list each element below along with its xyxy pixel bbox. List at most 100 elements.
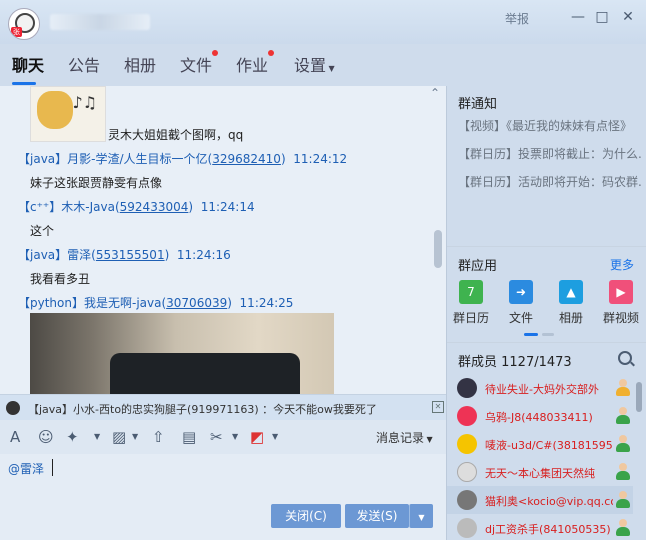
notice-item[interactable]: 【视频】《最近我的妹妹有点怪》: [458, 117, 642, 134]
member-row[interactable]: 待业失业-大妈外交部外: [447, 374, 633, 402]
title-bar: 张 举报 — □ ✕: [0, 0, 646, 44]
notice-item[interactable]: 【群日历】投票即将截止：为什么...: [458, 145, 642, 162]
app-album[interactable]: ▲ 相册: [551, 280, 591, 326]
minimize-icon[interactable]: —: [570, 9, 586, 25]
message-time: 11:24:25: [239, 296, 294, 310]
section-separator: [447, 342, 646, 343]
chat-scrollbar[interactable]: [434, 230, 442, 268]
emoji-icon[interactable]: ☺: [38, 428, 54, 446]
tab-album[interactable]: 相册: [124, 52, 156, 76]
member-tag: 【java】: [18, 152, 68, 166]
tab-settings-label: 设置: [294, 56, 327, 75]
member-row[interactable]: 唛液-u3d/C#(381815955: [447, 430, 633, 458]
calendar-icon: 7: [459, 280, 483, 304]
group-avatar[interactable]: 张: [8, 8, 40, 40]
app-label: 群视频: [602, 311, 639, 325]
video-icon: ▶: [609, 280, 633, 304]
avatar: [457, 518, 477, 538]
member-row[interactable]: dj工资杀手(841050535): [447, 514, 633, 540]
close-button[interactable]: 关闭(C): [271, 504, 341, 528]
chevron-down-icon: ▼: [326, 64, 335, 73]
sender-name[interactable]: 我是无啊-java: [84, 296, 161, 310]
chevron-down-icon[interactable]: ▼: [272, 432, 278, 441]
album-icon: ▲: [559, 280, 583, 304]
app-calendar[interactable]: 7 群日历: [451, 280, 491, 326]
member-status-icon: [615, 379, 631, 397]
close-icon[interactable]: ✕: [620, 9, 636, 25]
message-header: 【python】我是无啊-java(30706039) 11:24:25: [18, 296, 294, 310]
group-members-title: 群成员 1127/1473: [458, 355, 572, 370]
sender-qq[interactable]: 592433004: [120, 200, 189, 214]
sender-qq[interactable]: 553155501: [96, 248, 165, 262]
member-status-icon: [615, 491, 631, 509]
tab-homework[interactable]: 作业: [236, 52, 268, 76]
avatar: [457, 434, 477, 454]
tab-announcement[interactable]: 公告: [68, 52, 100, 76]
shared-photo[interactable]: [30, 313, 334, 394]
member-name: 无天～本心集团天然纯: [485, 467, 595, 480]
files-badge-dot: [212, 50, 218, 56]
sender-name[interactable]: 月影-学渣/人生目标一个亿: [67, 152, 207, 166]
avatar: [457, 378, 477, 398]
app-label: 相册: [558, 311, 583, 325]
gift-icon[interactable]: ▤: [182, 428, 196, 446]
sender-qq[interactable]: 329682410: [212, 152, 281, 166]
send-button[interactable]: 发送(S): [345, 504, 409, 528]
sender-name[interactable]: 雷泽: [67, 248, 91, 262]
tab-settings[interactable]: 设置 ▼: [294, 52, 335, 76]
member-name: dj工资杀手(841050535): [485, 523, 611, 536]
notice-close-icon[interactable]: ✕: [432, 401, 444, 413]
search-icon[interactable]: [618, 351, 632, 365]
scissors-icon[interactable]: ✂: [210, 428, 223, 446]
member-name: 乌鸦-J8(448033411): [485, 411, 593, 424]
member-name: 唛液-u3d/C#(381815955: [485, 439, 613, 452]
chevron-down-icon[interactable]: ▼: [232, 432, 238, 441]
message-text: 妹子这张跟贾静雯有点像: [30, 176, 163, 190]
image-icon[interactable]: ▨: [112, 428, 126, 446]
member-tag: 【java】: [18, 248, 68, 262]
pager-dot[interactable]: [542, 333, 554, 336]
shake-icon[interactable]: ◩: [250, 428, 264, 446]
doge-face: [37, 91, 73, 129]
chevron-down-icon[interactable]: ▼: [94, 432, 100, 441]
tab-files[interactable]: 文件: [180, 52, 212, 76]
notice-item[interactable]: 【群日历】活动即将开始：码农群...: [458, 173, 642, 190]
app-file[interactable]: ➜ 文件: [501, 280, 541, 326]
member-name: 待业失业-大妈外交部外: [485, 383, 599, 396]
chat-history[interactable]: ♪♫ 灵木大姐姐截个图啊，qq 【java】月影-学渣/人生目标一个亿(3296…: [0, 86, 446, 394]
message-time: 11:24:14: [200, 200, 255, 214]
sender-qq[interactable]: 30706039: [166, 296, 227, 310]
report-button[interactable]: 举报: [505, 10, 529, 27]
app-video[interactable]: ▶ 群视频: [601, 280, 641, 326]
magic-emoji-icon[interactable]: ✦: [66, 428, 79, 446]
member-list-scrollbar[interactable]: [636, 382, 642, 412]
collapse-panel-icon[interactable]: ⌃: [430, 86, 440, 100]
font-icon[interactable]: A: [10, 428, 20, 446]
upload-icon[interactable]: ⇧: [152, 428, 165, 446]
member-tag: 【python】: [18, 296, 84, 310]
new-message-text: 【java】小水-西to的忠实狗腿子(919971163) ：今天不能ow我要死…: [28, 403, 377, 416]
member-status-icon: [615, 519, 631, 537]
send-options-button[interactable]: ▼: [409, 504, 433, 528]
member-row[interactable]: 无天～本心集团天然纯: [447, 458, 633, 486]
member-row[interactable]: 乌鸦-J8(448033411): [447, 402, 633, 430]
doge-sticker: ♪♫: [30, 86, 106, 142]
sender-name[interactable]: 木木-Java: [61, 200, 115, 214]
avatar: [457, 490, 477, 510]
chevron-down-icon[interactable]: ▼: [132, 432, 138, 441]
member-tag: 【c⁺⁺】: [18, 200, 62, 214]
member-row-selected[interactable]: 猫利奥<kocio@vip.qq.co: [447, 486, 633, 514]
new-message-bar[interactable]: 【java】小水-西to的忠实狗腿子(919971163) ：今天不能ow我要死…: [0, 394, 446, 420]
message-input[interactable]: @雷泽 关闭(C) 发送(S) ▼: [0, 454, 446, 540]
history-label: 消息记录: [376, 431, 425, 445]
message-input-text[interactable]: @雷泽: [8, 460, 44, 477]
maximize-icon[interactable]: □: [594, 9, 610, 25]
message-text: 这个: [30, 224, 55, 238]
pager-dot-active[interactable]: [524, 333, 538, 336]
tab-chat[interactable]: 聊天: [12, 52, 44, 76]
chevron-down-icon: ▼: [418, 513, 425, 522]
message-history-button[interactable]: 消息记录 ▼: [376, 429, 433, 446]
member-name: 猫利奥<kocio@vip.qq.co: [485, 495, 613, 508]
group-apps-title: 群应用: [458, 259, 498, 274]
more-apps-link[interactable]: 更多: [610, 256, 634, 273]
